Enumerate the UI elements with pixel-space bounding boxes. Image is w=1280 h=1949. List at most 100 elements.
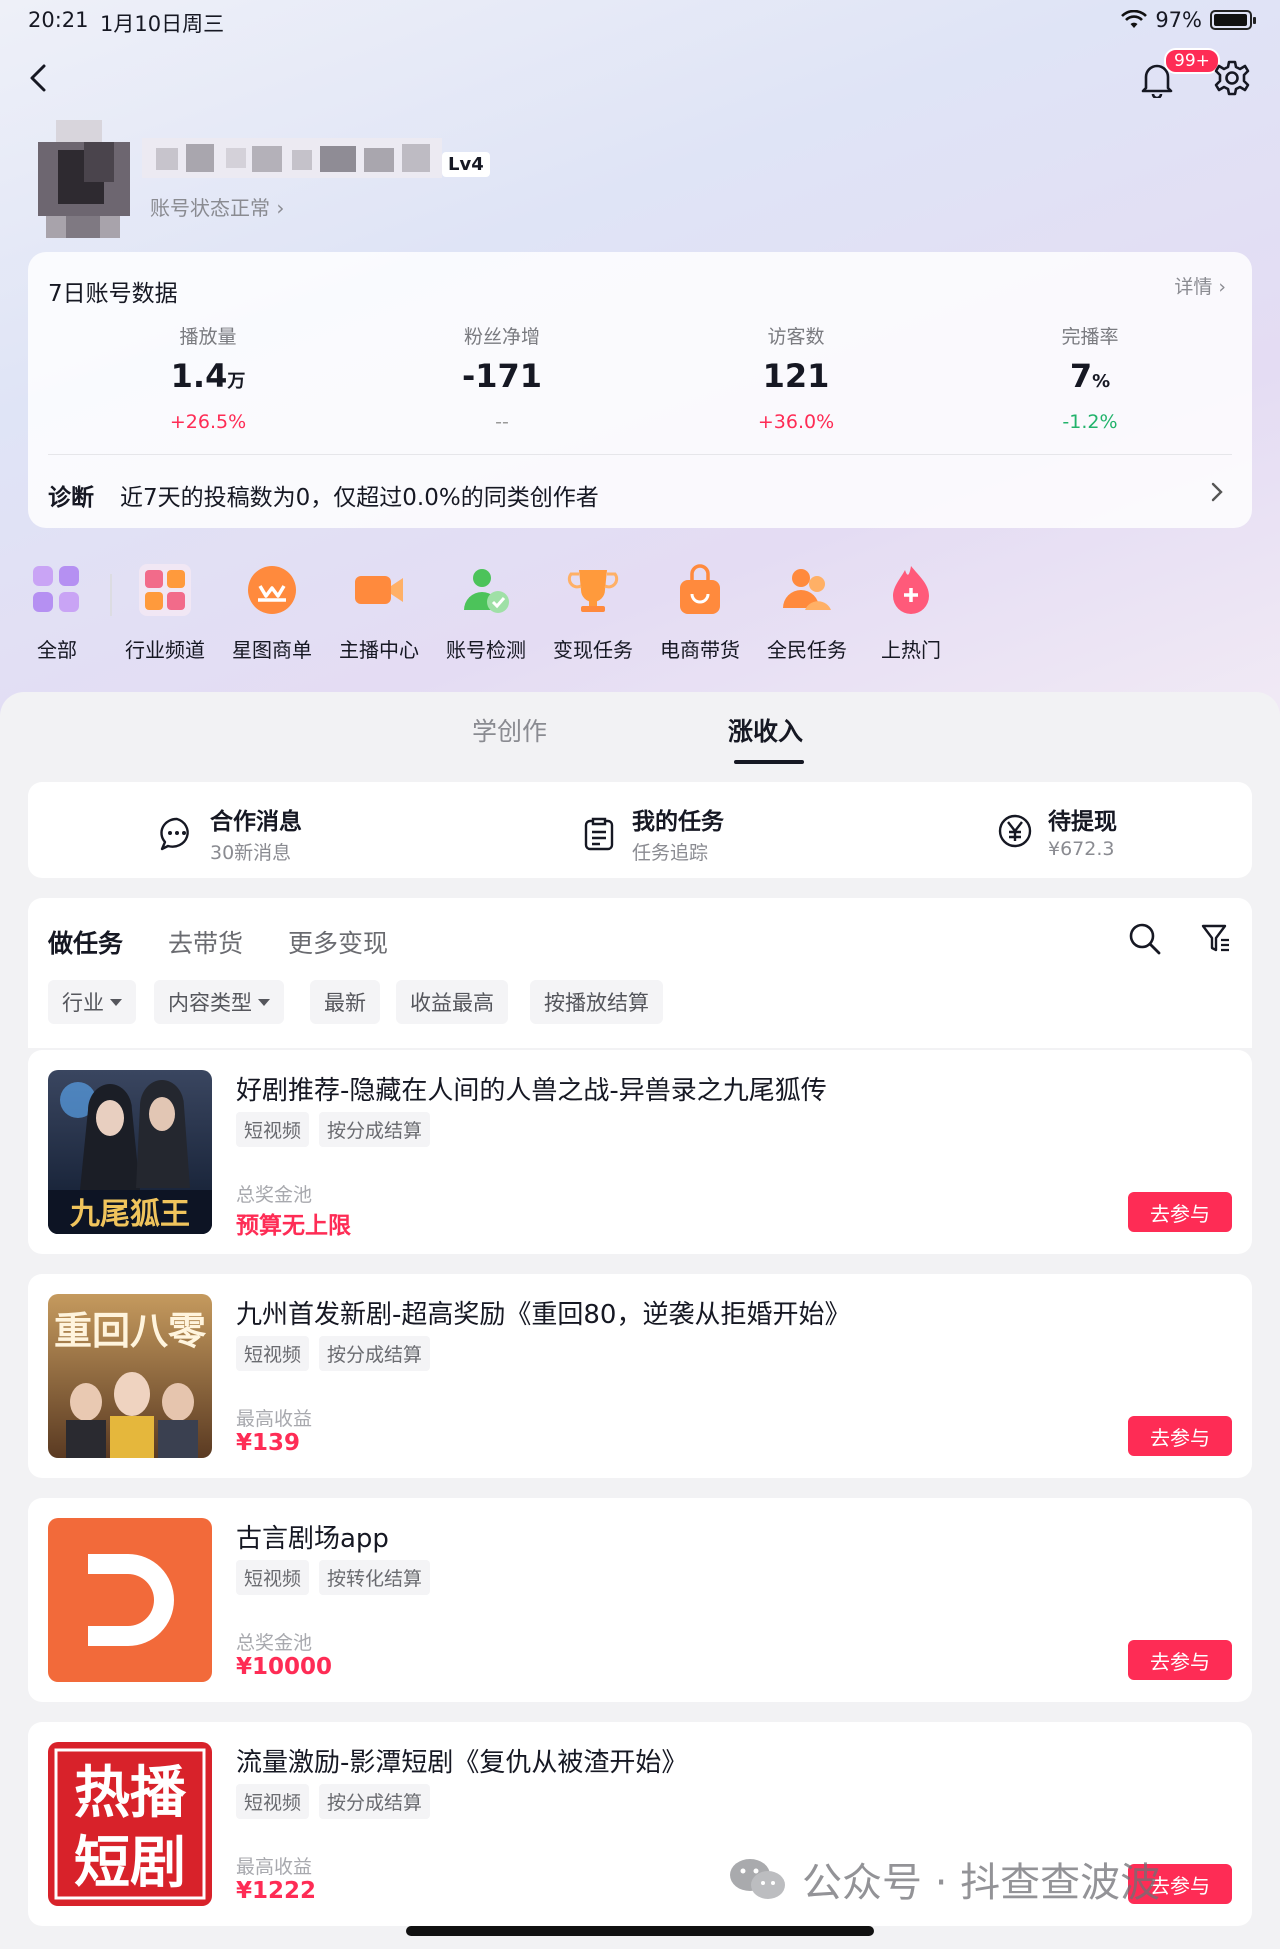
shortcut-label: 账号检测 <box>446 638 526 662</box>
prize-label: 最高收益 <box>236 1408 313 1430</box>
task-title: 古言剧场app <box>236 1524 389 1554</box>
task-thumbnail: 九尾狐王 <box>48 1070 212 1234</box>
gear-icon[interactable] <box>1212 58 1252 98</box>
quick-title: 合作消息 <box>210 809 302 835</box>
quick-subtitle: ¥672.3 <box>1048 838 1115 860</box>
shortcut-all[interactable]: 全部 <box>2 562 112 663</box>
avatar[interactable] <box>38 120 130 238</box>
camera-icon <box>355 576 403 604</box>
filter-content-type[interactable]: 内容类型 <box>154 980 284 1024</box>
task-tags: 短视频 按分成结算 <box>236 1784 431 1819</box>
account-check-icon <box>464 569 509 613</box>
task-title: 好剧推荐-隐藏在人间的人兽之战-异兽录之九尾狐传 <box>236 1076 827 1106</box>
quick-subtitle: 30新消息 <box>210 842 292 864</box>
diagnosis-label: 诊断 <box>48 485 94 511</box>
metric-completion[interactable]: 完播率 7% -1.2% <box>970 322 1210 433</box>
metric-label: 访客数 <box>767 326 825 348</box>
shortcut-label: 主播中心 <box>339 638 419 662</box>
shortcut-monetize-task[interactable]: 变现任务 <box>538 562 648 663</box>
task-title: 流量激励-影潭短剧《复仇从被渣开始》 <box>236 1748 688 1778</box>
filter-icon[interactable] <box>1200 922 1232 954</box>
filter-industry[interactable]: 行业 <box>48 980 136 1024</box>
chevron-right-icon <box>1211 482 1223 502</box>
tab-grow-income[interactable]: 涨收入 <box>728 712 803 748</box>
watermark: 公众号 · 抖查查波波 <box>728 1850 1160 1908</box>
filter-label: 行业 <box>62 991 104 1015</box>
task-card[interactable]: 九尾狐王 好剧推荐-隐藏在人间的人兽之战-异兽录之九尾狐传 短视频 按分成结算 … <box>28 1050 1252 1254</box>
tab-learn-create[interactable]: 学创作 <box>472 712 547 748</box>
status-bar: 20:21 1月10日周三 97% <box>0 0 1280 40</box>
task-tag: 短视频 <box>236 1112 310 1147</box>
active-tab-indicator <box>734 760 804 764</box>
metric-visitors[interactable]: 访客数 121 +36.0% <box>676 322 916 433</box>
metric-value: 1.4 <box>170 357 228 395</box>
prize-label: 总奖金池 <box>236 1632 313 1654</box>
stats-title: 7日账号数据 <box>48 281 178 307</box>
account-status-link[interactable]: 账号状态正常 › <box>150 192 284 221</box>
join-button[interactable]: 去参与 <box>1128 1192 1232 1232</box>
shortcut-industry[interactable]: 行业频道 <box>110 562 220 663</box>
cooperation-messages-button[interactable]: 合作消息 30新消息 <box>158 802 302 865</box>
join-button[interactable]: 去参与 <box>1128 1416 1232 1456</box>
metric-unit: 万 <box>227 371 246 392</box>
shortcut-account-check[interactable]: 账号检测 <box>431 562 541 663</box>
metric-value: -171 <box>461 357 543 395</box>
caret-down-icon <box>110 998 122 1006</box>
filter-highest-income[interactable]: 收益最高 <box>396 980 508 1024</box>
search-icon[interactable] <box>1128 922 1162 956</box>
thumbnail-caption: 重回八零 <box>54 1308 207 1353</box>
task-tag: 按分成结算 <box>319 1112 431 1147</box>
filter-label: 最新 <box>324 991 366 1015</box>
my-tasks-button[interactable]: 我的任务 任务追踪 <box>580 802 724 865</box>
task-tags: 短视频 按分成结算 <box>236 1112 431 1147</box>
subtab-do-tasks[interactable]: 做任务 <box>48 924 123 960</box>
back-arrow-icon[interactable] <box>24 58 54 98</box>
task-thumbnail: 重回八零 <box>48 1294 212 1458</box>
shopping-bag-icon <box>680 564 720 614</box>
prize-value: ¥1222 <box>236 1878 317 1904</box>
shortcut-label: 行业频道 <box>125 638 205 662</box>
stats-detail-link[interactable]: 详情 › <box>1174 272 1226 299</box>
metric-plays[interactable]: 播放量 1.4万 +26.5% <box>88 322 328 433</box>
metric-label: 完播率 <box>1061 326 1119 348</box>
flame-icon <box>893 566 929 614</box>
filter-latest[interactable]: 最新 <box>310 980 380 1024</box>
shortcut-label: 上热门 <box>881 638 941 662</box>
task-tags: 短视频 按转化结算 <box>236 1560 431 1595</box>
metric-value: 7 <box>1069 357 1093 395</box>
wifi-icon <box>1121 10 1148 28</box>
watermark-text: 公众号 · 抖查查波波 <box>802 1860 1161 1906</box>
subtab-more-monetize[interactable]: 更多变现 <box>288 924 388 960</box>
shortcut-people-task[interactable]: 全民任务 <box>752 562 862 663</box>
status-time: 20:21 <box>28 8 89 32</box>
shortcut-star-order[interactable]: 星图商单 <box>217 562 327 663</box>
prize-value: 预算无上限 <box>236 1213 351 1239</box>
battery-icon <box>1210 10 1256 30</box>
quick-title: 我的任务 <box>632 809 724 835</box>
subtab-sell-goods[interactable]: 去带货 <box>168 924 243 960</box>
thumbnail-caption: 九尾狐王 <box>70 1197 190 1232</box>
chevron-right-icon: › <box>276 196 285 220</box>
battery-percent: 97% <box>1155 8 1202 32</box>
clipboard-icon <box>584 817 614 850</box>
diagnosis-text: 近7天的投稿数为0，仅超过0.0%的同类创作者 <box>120 485 599 511</box>
prize-label: 最高收益 <box>236 1856 313 1878</box>
filter-by-plays[interactable]: 按播放结算 <box>530 980 663 1024</box>
shortcut-trending[interactable]: 上热门 <box>856 562 966 663</box>
shortcut-anchor-center[interactable]: 主播中心 <box>324 562 434 663</box>
shortcut-ecommerce[interactable]: 电商带货 <box>645 562 755 663</box>
pending-withdraw-button[interactable]: 待提现 ¥672.3 <box>996 802 1117 860</box>
filter-label: 按播放结算 <box>544 991 649 1015</box>
metric-unit: % <box>1092 371 1111 392</box>
task-tag: 短视频 <box>236 1560 310 1595</box>
home-indicator[interactable] <box>406 1926 874 1936</box>
metric-label: 播放量 <box>179 326 237 348</box>
star-order-icon <box>248 566 296 614</box>
filter-label: 收益最高 <box>410 991 494 1015</box>
grid-icon <box>33 566 79 612</box>
task-card[interactable]: 重回八零 九州首发新剧-超高奖励《重回80，逆袭从拒婚开始》 短视频 按分成结算… <box>28 1274 1252 1478</box>
metric-fans[interactable]: 粉丝净增 -171 -- <box>382 322 622 433</box>
industry-icon <box>139 564 191 616</box>
join-button[interactable]: 去参与 <box>1128 1640 1232 1680</box>
task-card[interactable]: 古言剧场app 短视频 按转化结算 总奖金池 ¥10000 去参与 <box>28 1498 1252 1702</box>
